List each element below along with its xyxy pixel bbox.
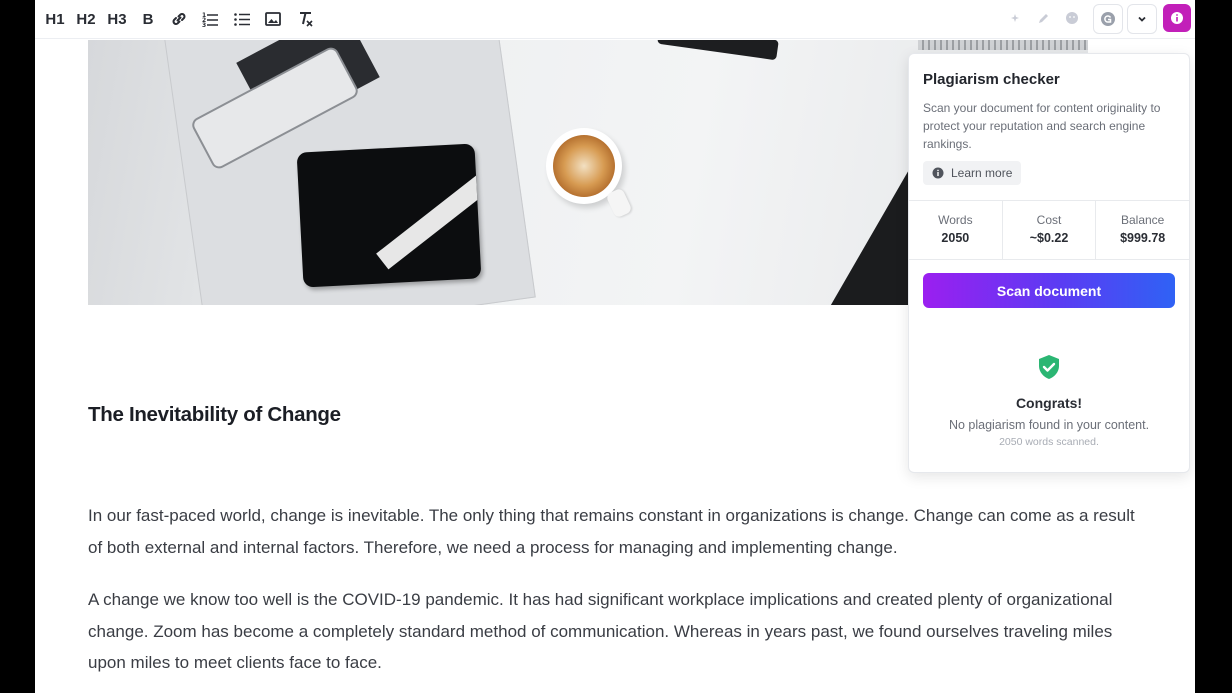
bullet-list-button[interactable] [231,8,253,30]
magic-icon[interactable] [1008,10,1024,26]
plagiarism-toggle-button[interactable] [1163,4,1191,32]
editor-app: H1 H2 H3 B 123 The Inevitability of Chan… [35,0,1195,693]
editor-toolbar: H1 H2 H3 B 123 [35,0,1195,39]
ordered-list-icon: 123 [202,12,218,28]
panel-description: Scan your document for content originali… [923,101,1161,151]
heading-1-label: H1 [45,10,65,28]
result-text: No plagiarism found in your content. [948,418,1150,432]
stat-value: ~$0.22 [1029,231,1069,245]
stat-words: Words 2050 [909,201,1003,259]
plagiarism-checker-panel: Plagiarism checker Scan your document fo… [908,53,1190,473]
bold-label: B [142,10,154,28]
document-paragraph[interactable]: In our fast-paced world, change is inevi… [88,500,1148,563]
stat-label: Words [938,213,973,227]
scan-document-label: Scan document [996,282,1102,299]
clear-format-button[interactable] [295,8,317,30]
learn-more-label: Learn more [951,166,1013,180]
stat-balance: Balance $999.78 [1096,201,1189,259]
emoji-icon[interactable] [1064,10,1080,26]
image-icon [265,12,281,26]
stat-label: Cost [1036,213,1062,227]
clear-format-icon [300,12,313,27]
scan-document-button[interactable]: Scan document [923,273,1175,308]
heading-3-label: H3 [107,10,127,28]
svg-text:3: 3 [202,22,206,28]
learn-more-button[interactable]: Learn more [923,161,1022,185]
heading-2-label: H2 [76,10,96,28]
stats-row: Words 2050 Cost ~$0.22 Balance $999.78 [909,200,1189,260]
stat-value: $999.78 [1120,231,1166,245]
link-icon [172,13,186,25]
link-button[interactable] [168,8,190,30]
heading-2-button[interactable]: H2 [75,8,97,30]
grammarly-icon [1101,12,1115,26]
dropdown-button[interactable] [1127,4,1157,34]
panel-title: Plagiarism checker [923,71,1060,88]
heading-1-button[interactable]: H1 [44,8,66,30]
document-heading[interactable]: The Inevitability of Change [88,403,341,427]
shield-check-icon [1037,354,1061,385]
words-scanned-note: 2050 words scanned. [999,436,1099,448]
stat-label: Balance [1120,213,1165,227]
info-icon [1171,12,1183,24]
ordered-list-button[interactable]: 123 [199,8,221,30]
stat-value: 2050 [941,231,970,245]
image-button[interactable] [262,8,284,30]
document-paragraph[interactable]: A change we know too well is the COVID-1… [88,584,1148,679]
chevron-down-icon [1138,16,1146,22]
grammarly-button[interactable] [1093,4,1123,34]
stat-cost: Cost ~$0.22 [1003,201,1097,259]
bullet-list-icon [234,13,250,26]
heading-3-button[interactable]: H3 [106,8,128,30]
pencil-icon[interactable] [1036,10,1052,26]
bold-button[interactable]: B [137,8,159,30]
info-icon [932,167,944,179]
result-title: Congrats! [1015,395,1083,411]
